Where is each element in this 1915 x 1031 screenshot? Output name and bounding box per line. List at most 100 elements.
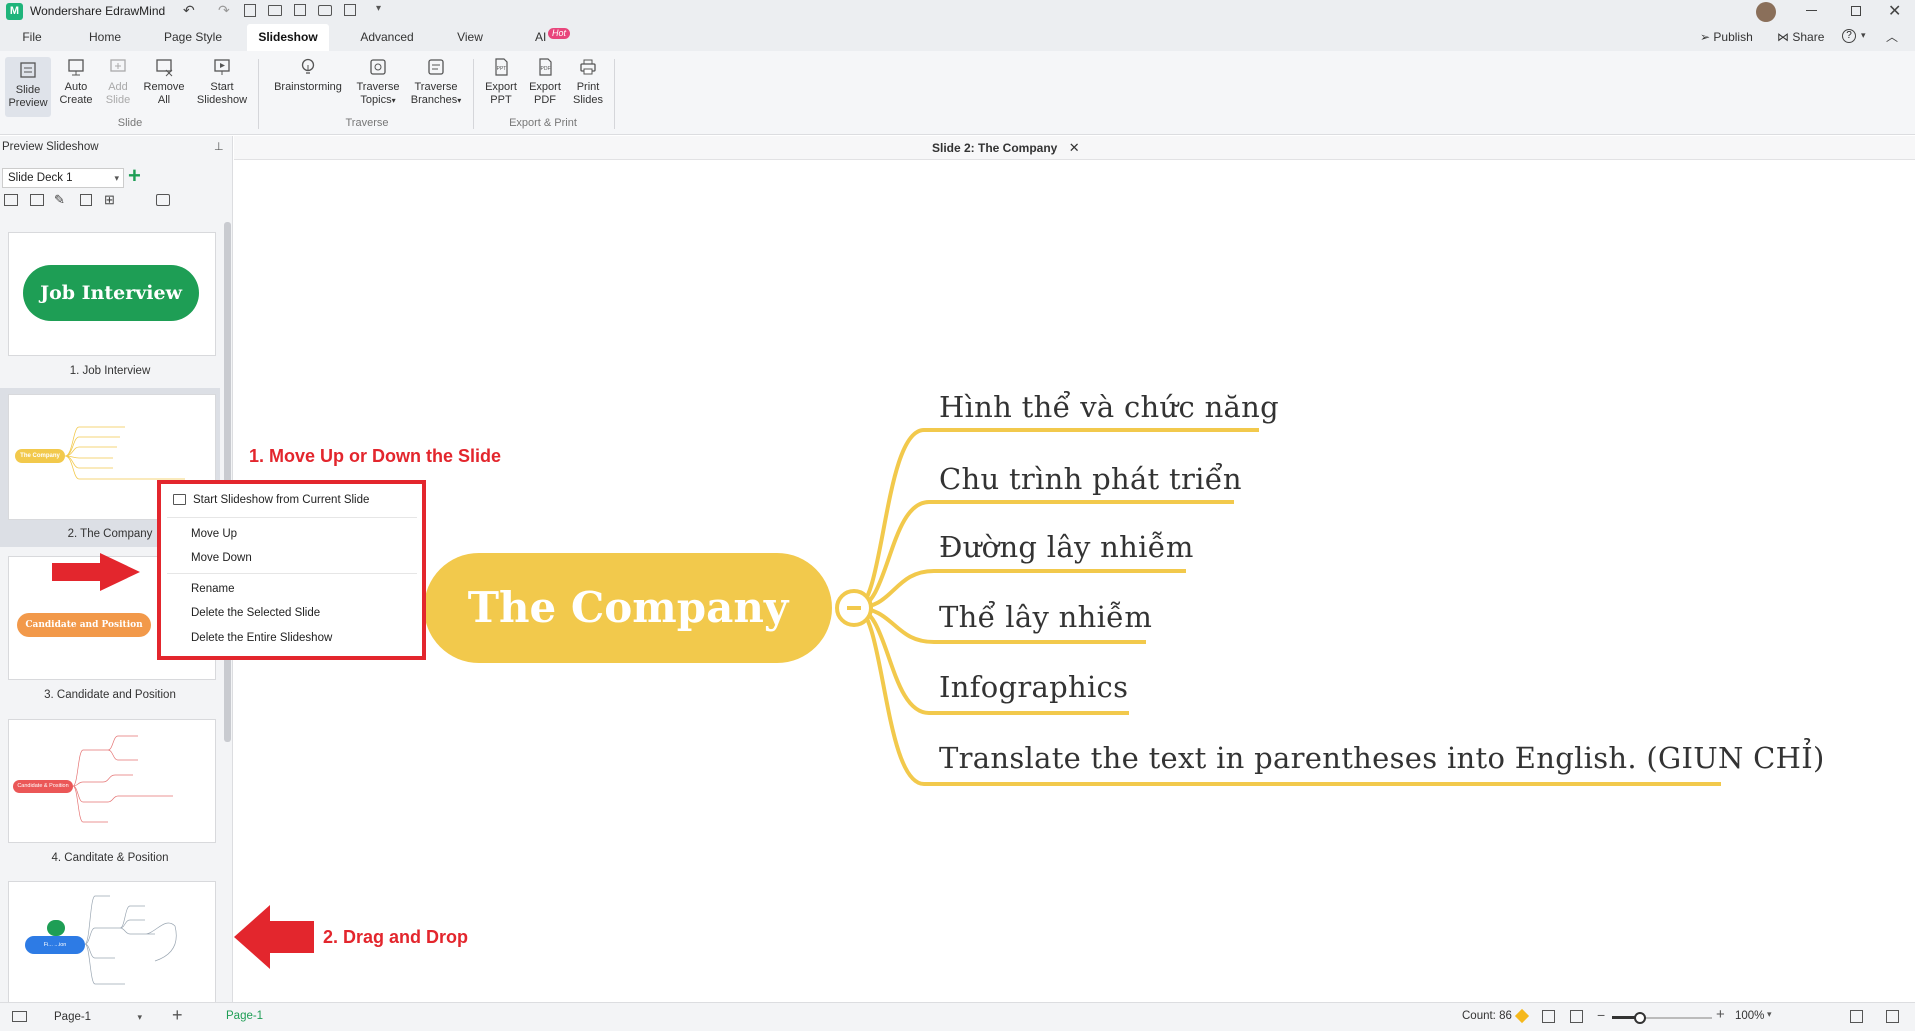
export-ppt-label-1: Export	[485, 81, 517, 93]
menu-item-move-down[interactable]: Move Down	[161, 546, 422, 570]
fit-width-icon[interactable]	[1570, 1010, 1583, 1023]
edit-icon[interactable]: ✎	[54, 193, 65, 206]
slide-label: 4. Canditate & Position	[51, 852, 169, 864]
export-ppt-button[interactable]: PPT Export PPT	[480, 57, 522, 107]
traverse-topics-button[interactable]: Traverse Topics▾	[352, 57, 404, 107]
quick-access-more-icon[interactable]: ▾	[376, 3, 381, 14]
menu-item-move-up[interactable]: Move Up	[161, 522, 422, 546]
export-icon[interactable]	[344, 4, 356, 16]
fullscreen-icon[interactable]	[1850, 1010, 1863, 1023]
redo-icon[interactable]: ↷	[218, 2, 230, 19]
open-folder-icon[interactable]	[268, 5, 282, 16]
expand-icon[interactable]	[1886, 1010, 1899, 1023]
minimize-icon[interactable]	[1806, 10, 1817, 11]
ribbon: Slide Preview Auto Create Add Slide Remo…	[0, 51, 1915, 135]
print-icon[interactable]	[318, 5, 332, 16]
svg-text:PPT: PPT	[497, 66, 507, 72]
help-button[interactable]: ?	[1842, 29, 1856, 43]
context-menu: Start Slideshow from Current Slide Move …	[157, 480, 426, 660]
slide-thumbnail[interactable]: Fi... ...ion	[8, 881, 216, 1002]
save-icon[interactable]	[294, 4, 306, 16]
print-slides-button[interactable]: Print Slides	[568, 57, 608, 107]
menu-item-start-from-current[interactable]: Start Slideshow from Current Slide	[161, 488, 422, 512]
tab-slideshow[interactable]: Slideshow	[247, 24, 329, 51]
branch-topic[interactable]: Chu trình phát triển	[939, 462, 1242, 496]
share-icon: ⋈	[1777, 30, 1789, 44]
slideshow-settings-icon[interactable]	[156, 194, 170, 206]
zoom-out-icon[interactable]: −	[1597, 1007, 1605, 1023]
pin-icon[interactable]: ⊥	[214, 140, 224, 153]
collapse-ribbon-icon[interactable]: ︿	[1886, 28, 1898, 45]
close-window-icon[interactable]: ✕	[1888, 1, 1901, 21]
tab-advanced[interactable]: Advanced	[352, 24, 422, 51]
present-icon[interactable]	[30, 194, 44, 206]
fit-page-icon[interactable]	[1542, 1010, 1555, 1023]
slide-deck-select[interactable]: Slide Deck 1 ▾	[2, 168, 124, 188]
new-file-icon[interactable]	[244, 4, 256, 17]
remove-all-button[interactable]: Remove All	[140, 57, 188, 107]
export-group-label: Export & Print	[509, 117, 577, 129]
tab-view[interactable]: View	[445, 24, 495, 51]
robot-icon	[47, 920, 65, 936]
play-from-start-icon[interactable]	[4, 194, 18, 206]
branch-topic[interactable]: Hình thể và chức năng	[939, 390, 1279, 424]
thumb-branches	[73, 735, 173, 823]
auto-create-button[interactable]: Auto Create	[56, 57, 96, 107]
auto-create-label-2: Create	[59, 94, 93, 106]
add-page-icon[interactable]: +	[172, 1005, 183, 1026]
start-slideshow-button[interactable]: Start Slideshow	[192, 57, 252, 107]
brainstorming-button[interactable]: Brainstorming	[268, 57, 348, 94]
tab-ai[interactable]: AI Hot	[528, 24, 578, 51]
traverse-branches-button[interactable]: Traverse Branches▾	[408, 57, 464, 107]
app-title: Wondershare EdrawMind	[30, 4, 166, 18]
grid-icon[interactable]: ⊞	[104, 193, 115, 206]
collapse-toggle-icon[interactable]	[835, 589, 873, 627]
page-tab[interactable]: Page-1	[226, 1010, 263, 1022]
page-select[interactable]: Page-1 ▾	[46, 1008, 144, 1026]
tab-page-style[interactable]: Page Style	[158, 24, 228, 51]
menu-item-label: Move Down	[191, 552, 252, 564]
export-pdf-button[interactable]: PDF Export PDF	[524, 57, 566, 107]
branch-topic[interactable]: Translate the text in parentheses into E…	[939, 741, 1825, 775]
share-button[interactable]: ⋈ Share	[1777, 30, 1824, 44]
zoom-slider[interactable]	[1612, 1012, 1712, 1024]
add-deck-icon[interactable]: +	[128, 163, 141, 189]
tab-home[interactable]: Home	[80, 24, 130, 51]
thumb-topic: Candidate and Position	[17, 613, 151, 637]
slide-thumbnail[interactable]: Candidate & Position	[8, 719, 216, 843]
document-tab[interactable]: Slide 2: The Company ✕	[932, 140, 1080, 156]
red-arrow-icon	[234, 905, 314, 969]
tab-file[interactable]: File	[12, 24, 52, 51]
toggle-panel-icon[interactable]	[12, 1011, 27, 1022]
close-tab-icon[interactable]: ✕	[1069, 140, 1080, 155]
central-topic[interactable]: The Company	[424, 553, 832, 663]
page-select-value: Page-1	[54, 1011, 92, 1023]
count-badge-icon	[1514, 1008, 1530, 1024]
menu-item-delete-entire[interactable]: Delete the Entire Slideshow	[161, 626, 422, 650]
zoom-slider-thumb[interactable]	[1634, 1012, 1646, 1024]
restore-icon[interactable]	[1851, 6, 1861, 16]
help-dropdown-icon[interactable]: ▾	[1861, 30, 1866, 41]
undo-icon[interactable]: ↶	[183, 2, 195, 19]
slide-preview-button[interactable]: Slide Preview	[5, 57, 51, 117]
menu-item-rename[interactable]: Rename	[161, 577, 422, 601]
slide-preview-icon	[20, 62, 36, 78]
zoom-in-icon[interactable]: +	[1716, 1006, 1725, 1023]
add-slide-icon	[110, 59, 126, 72]
publish-button[interactable]: ➢ Publish	[1700, 30, 1753, 44]
slide-canvas[interactable]: The Company Hình thể và chức năng Chu tr…	[234, 160, 1915, 1002]
branch-topic[interactable]: Đường lây nhiễm	[939, 530, 1194, 564]
avatar[interactable]	[1756, 2, 1776, 22]
slide-label: 3. Candidate and Position	[44, 689, 176, 701]
export-pdf-label-1: Export	[529, 81, 561, 93]
brainstorming-label: Brainstorming	[274, 81, 342, 93]
add-slide-button[interactable]: Add Slide	[100, 57, 136, 107]
panel-toolbar: ✎ ⊞	[4, 193, 204, 210]
branch-topic[interactable]: Thể lây nhiễm	[939, 600, 1152, 634]
menu-item-delete-selected[interactable]: Delete the Selected Slide	[161, 601, 422, 625]
branch-topic[interactable]: Infographics	[939, 670, 1128, 704]
zoom-dropdown-icon[interactable]: ▾	[1767, 1009, 1772, 1020]
slide-thumbnail[interactable]: Job Interview	[8, 232, 216, 356]
duplicate-icon[interactable]	[80, 194, 92, 206]
zoom-level[interactable]: 100%	[1735, 1010, 1764, 1022]
